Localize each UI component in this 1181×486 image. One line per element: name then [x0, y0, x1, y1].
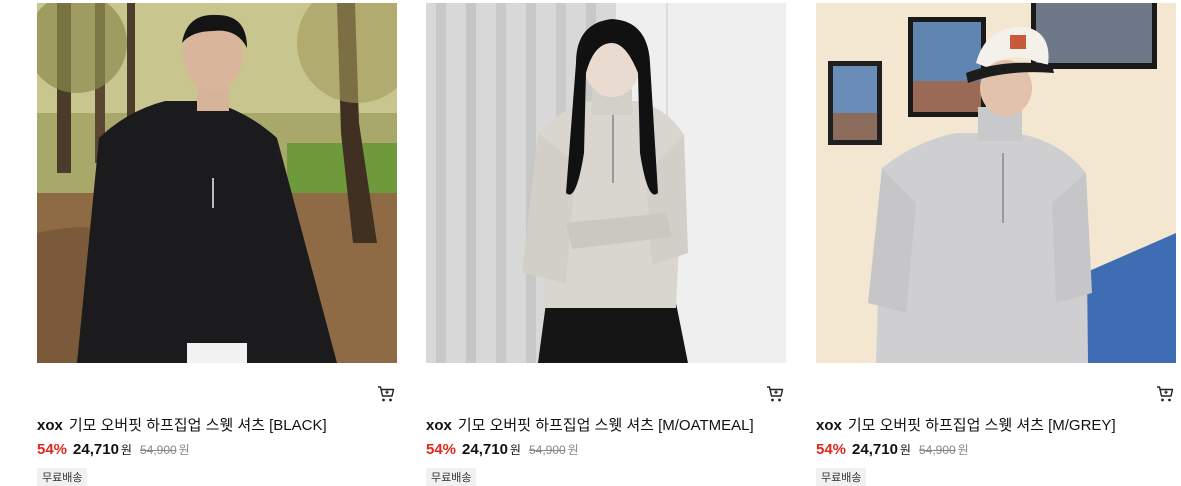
cart-row	[426, 363, 786, 405]
free-shipping-badge: 무료배송	[816, 468, 867, 486]
product-name: 기모 오버핏 하프집업 스웻 셔츠 [BLACK]	[68, 417, 327, 434]
sale-price: 24,710	[852, 441, 898, 458]
brand-name: xox	[426, 417, 452, 434]
original-price: 54,900	[528, 443, 566, 457]
original-currency-unit: 원	[957, 443, 969, 457]
sale-price: 24,710	[462, 441, 508, 458]
free-shipping-badge: 무료배송	[426, 468, 477, 486]
product-name: 기모 오버핏 하프집업 스웻 셔츠 [M/GREY]	[847, 417, 1116, 434]
product-name: 기모 오버핏 하프집업 스웻 셔츠 [M/OATMEAL]	[457, 417, 754, 434]
product-title[interactable]: xox 기모 오버핏 하프집업 스웻 셔츠 [BLACK]	[37, 416, 397, 436]
discount-rate: 54%	[426, 441, 457, 458]
discount-rate: 54%	[37, 441, 68, 458]
product-card[interactable]: xox 기모 오버핏 하프집업 스웻 셔츠 [M/OATMEAL] 54% 24,7…	[426, 3, 786, 486]
product-card[interactable]: xox 기모 오버핏 하프집업 스웻 셔츠 [BLACK] 54% 24,710 원 5…	[37, 3, 397, 486]
currency-unit: 원	[509, 443, 521, 457]
cart-icon[interactable]	[766, 385, 784, 403]
product-title[interactable]: xox 기모 오버핏 하프집업 스웻 셔츠 [M/GREY]	[816, 416, 1176, 436]
original-price: 54,900	[139, 443, 177, 457]
brand-name: xox	[816, 417, 842, 434]
product-image[interactable]	[37, 3, 397, 363]
price-line: 54% 24,710 원 54,900 원	[37, 440, 397, 460]
price-line: 54% 24,710 원 54,900 원	[426, 440, 786, 460]
cart-icon[interactable]	[377, 385, 395, 403]
product-grid: xox 기모 오버핏 하프집업 스웻 셔츠 [BLACK] 54% 24,710 원 5…	[0, 0, 1181, 486]
sale-price: 24,710	[73, 441, 119, 458]
product-image[interactable]	[816, 3, 1176, 363]
discount-rate: 54%	[816, 441, 847, 458]
original-currency-unit: 원	[567, 443, 579, 457]
currency-unit: 원	[899, 443, 911, 457]
cart-row	[816, 363, 1176, 405]
price-line: 54% 24,710 원 54,900 원	[816, 440, 1176, 460]
product-card[interactable]: xox 기모 오버핏 하프집업 스웻 셔츠 [M/GREY] 54% 24,710 원…	[816, 3, 1176, 486]
original-price: 54,900	[918, 443, 956, 457]
product-image[interactable]	[426, 3, 786, 363]
currency-unit: 원	[120, 443, 132, 457]
cart-row	[37, 363, 397, 405]
product-title[interactable]: xox 기모 오버핏 하프집업 스웻 셔츠 [M/OATMEAL]	[426, 416, 786, 436]
cart-icon[interactable]	[1156, 385, 1174, 403]
original-currency-unit: 원	[178, 443, 190, 457]
free-shipping-badge: 무료배송	[37, 468, 88, 486]
brand-name: xox	[37, 417, 63, 434]
